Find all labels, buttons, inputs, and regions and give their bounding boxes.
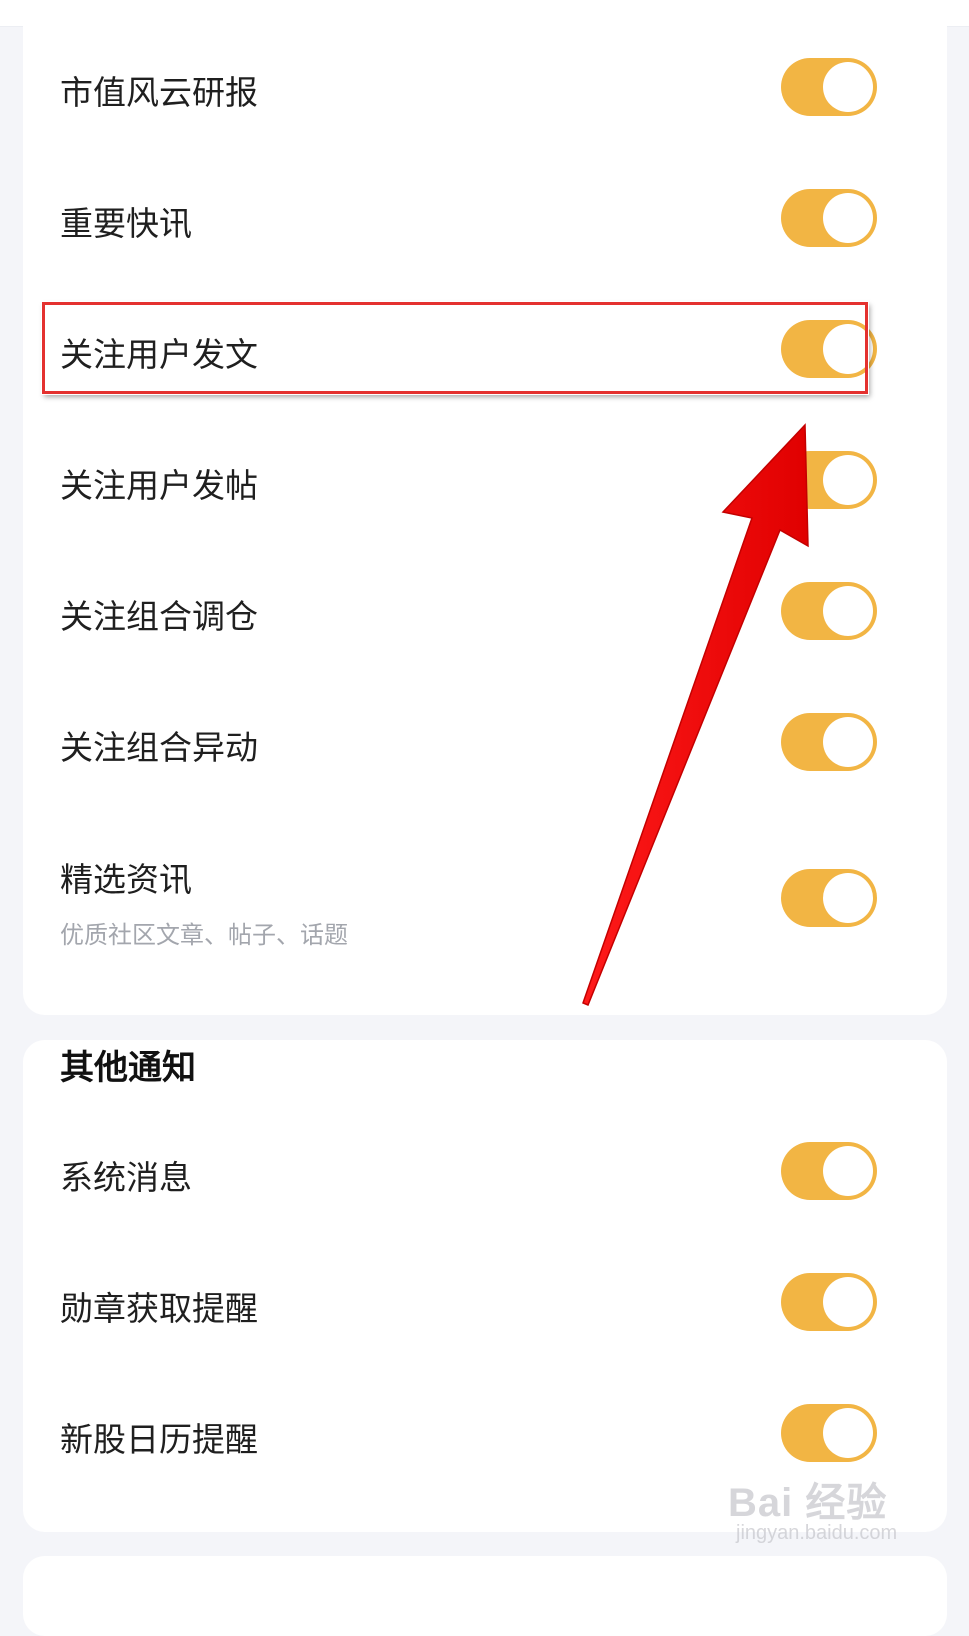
toggle-knob (823, 62, 873, 112)
watermark-url: jingyan.baidu.com (736, 1522, 898, 1544)
toggle-switch-system-messages[interactable] (781, 1142, 877, 1200)
setting-label: 关注组合异动 (60, 728, 258, 767)
setting-label: 系统消息 (60, 1158, 192, 1197)
toggle-knob (823, 586, 873, 636)
toggle-knob (823, 1146, 873, 1196)
toggle-switch-ipo-calendar-reminder[interactable] (781, 1404, 877, 1462)
toggle-switch-badge-reminder[interactable] (781, 1273, 877, 1331)
toggle-knob (823, 873, 873, 923)
setting-label: 关注用户发帖 (60, 466, 258, 505)
other-notifications-card: 其他通知 系统消息 勋章获取提醒 新股日历提醒 (23, 1040, 947, 1532)
follow-notifications-card: 市值风云研报 重要快讯 关注用户发文 关注用户发帖 关注组合调仓 关注组合异动 … (23, 25, 947, 1015)
setting-row-market-report: 市值风云研报 (23, 25, 947, 155)
watermark: Bai 经验 jingyan.baidu.com (728, 1462, 958, 1572)
setting-label: 勋章获取提醒 (60, 1289, 258, 1328)
toggle-switch-market-report[interactable] (781, 58, 877, 116)
setting-label: 关注组合调仓 (60, 597, 258, 636)
setting-row-followed-user-posts: 关注用户发帖 (23, 417, 947, 547)
top-strip (0, 0, 969, 27)
toggle-switch-selected-news[interactable] (781, 869, 877, 927)
toggle-switch-followed-user-posts[interactable] (781, 451, 877, 509)
watermark-logo: Bai 经验 (728, 1481, 888, 1525)
setting-label: 重要快讯 (60, 204, 192, 243)
toggle-switch-portfolio-rebalance[interactable] (781, 582, 877, 640)
setting-row-selected-news: 精选资讯 优质社区文章、帖子、话题 (23, 810, 947, 1010)
toggle-knob (823, 193, 873, 243)
setting-row-portfolio-rebalance: 关注组合调仓 (23, 548, 947, 678)
setting-sublabel: 优质社区文章、帖子、话题 (60, 921, 348, 949)
toggle-knob (823, 1408, 873, 1458)
toggle-knob (823, 455, 873, 505)
toggle-switch-portfolio-movement[interactable] (781, 713, 877, 771)
setting-label: 市值风云研报 (60, 73, 258, 112)
highlight-box (42, 302, 868, 394)
section-title: 其他通知 (60, 1048, 196, 1088)
setting-row-badge-reminder: 勋章获取提醒 (23, 1251, 947, 1381)
toggle-knob (823, 717, 873, 767)
toggle-knob (823, 1277, 873, 1327)
setting-row-portfolio-movement: 关注组合异动 (23, 679, 947, 809)
toggle-switch-important-news[interactable] (781, 189, 877, 247)
setting-row-important-news: 重要快讯 (23, 155, 947, 285)
setting-label: 精选资讯 (60, 860, 192, 899)
setting-row-system-messages: 系统消息 (23, 1120, 947, 1250)
setting-label: 新股日历提醒 (60, 1420, 258, 1459)
